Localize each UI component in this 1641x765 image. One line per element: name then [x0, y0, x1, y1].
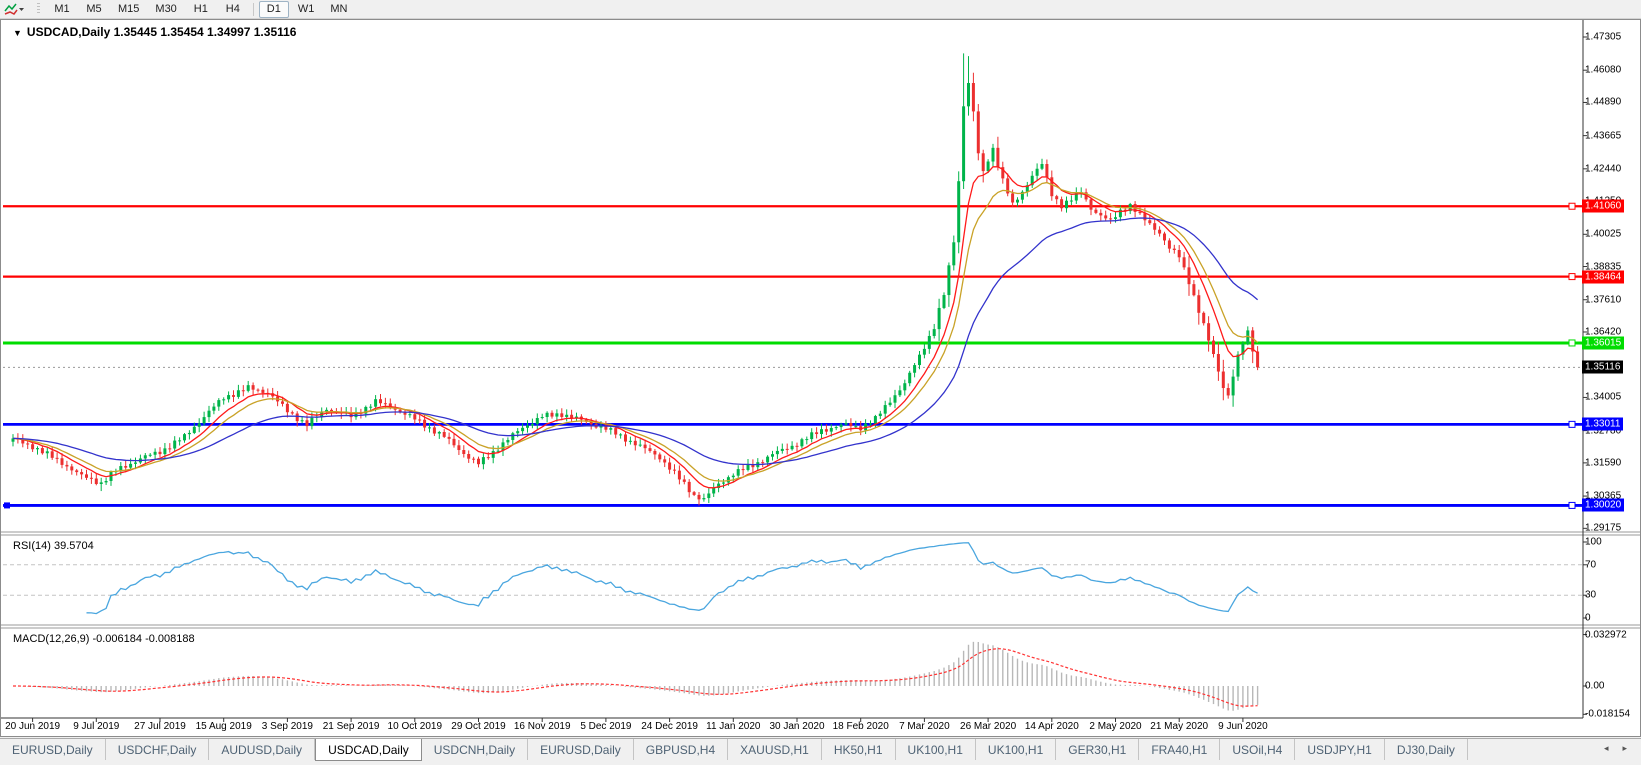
line-price-badge: 1.36015 [1582, 336, 1625, 350]
date-axis-label: 30 Jan 2020 [769, 721, 825, 732]
date-axis-label: 14 Apr 2020 [1024, 721, 1079, 732]
chart-tab-eurusd-daily[interactable]: EURUSD,Daily [0, 739, 106, 760]
timeframe-button-h1[interactable]: H1 [186, 1, 216, 18]
timeframe-button-mn[interactable]: MN [323, 1, 354, 18]
date-axis-label: 9 Jul 2019 [73, 721, 120, 732]
date-axis-label: 27 Jul 2019 [134, 721, 186, 732]
chart-tab-dj30-daily[interactable]: DJ30,Daily [1385, 739, 1468, 760]
macd-axis-tick: 0.00 [1585, 680, 1605, 692]
chart-tab-usoil-h4[interactable]: USOil,H4 [1220, 739, 1296, 760]
timeframe-button-m1[interactable]: M1 [47, 1, 77, 18]
tab-scroll-controls: ◂ ▸ [1604, 739, 1641, 754]
timeframe-button-m5[interactable]: M5 [79, 1, 109, 18]
line-price-badge: 1.38464 [1582, 270, 1625, 284]
date-axis-label: 2 May 2020 [1089, 721, 1142, 732]
date-axis-label: 3 Sep 2019 [261, 721, 313, 732]
timeframe-button-w1[interactable]: W1 [291, 1, 322, 18]
timeframe-button-h4[interactable]: H4 [218, 1, 248, 18]
chart-tab-xauusd-h1[interactable]: XAUUSD,H1 [728, 739, 822, 760]
chart-tab-eurusd-daily[interactable]: EURUSD,Daily [528, 739, 634, 760]
date-axis-label: 24 Dec 2019 [641, 721, 698, 732]
date-axis-label: 29 Oct 2019 [451, 721, 506, 732]
timeframe-button-m15[interactable]: M15 [111, 1, 146, 18]
chart-tab-hk50-h1[interactable]: HK50,H1 [822, 739, 896, 760]
price-axis-tick: 1.44890 [1585, 96, 1622, 108]
rsi-axis-tick: 0 [1585, 612, 1591, 624]
price-axis-tick: 1.37610 [1585, 294, 1622, 306]
date-axis-label: 7 Mar 2020 [899, 721, 950, 732]
chart-tab-audusd-daily[interactable]: AUDUSD,Daily [209, 739, 316, 760]
chevron-down-icon[interactable]: ▼ [13, 28, 22, 38]
date-axis-label: 5 Dec 2019 [580, 721, 632, 732]
tab-scroll-left-icon[interactable]: ◂ [1604, 743, 1609, 754]
chart-tab-usdjpy-h1[interactable]: USDJPY,H1 [1295, 739, 1385, 760]
price-axis-tick: 1.47305 [1585, 31, 1622, 43]
chart-symbol: USDCAD,Daily [26, 25, 111, 39]
chart-tab-bar: EURUSD,Daily USDCHF,Daily AUDUSD,Daily USDC… [0, 738, 1641, 765]
chart-profile-icon[interactable] [3, 2, 33, 17]
chart-tab-uk100-h1[interactable]: UK100,H1 [976, 739, 1057, 760]
date-axis-label: 21 Sep 2019 [322, 721, 380, 732]
price-axis-tick: 1.34005 [1585, 391, 1622, 403]
rsi-axis-tick: 30 [1585, 589, 1597, 601]
timeframe-button-m30[interactable]: M30 [148, 1, 183, 18]
rsi-indicator-label: RSI(14) 39.5704 [13, 540, 94, 552]
date-axis-label: 26 Mar 2020 [960, 721, 1017, 732]
mt4-application: M1 M5 M15 M30 H1 H4 D1 W1 MN ▼ USDCAD,Daily 1.354… [0, 0, 1641, 765]
chart-tab-usdchf-daily[interactable]: USDCHF,Daily [106, 739, 210, 760]
date-axis-label: 11 Jan 2020 [706, 721, 761, 732]
chart-tab-usdcad-daily[interactable]: USDCAD,Daily [315, 739, 422, 761]
date-axis-label: 18 Feb 2020 [832, 721, 889, 732]
date-axis-label: 16 Nov 2019 [513, 721, 571, 732]
rsi-axis-tick: 100 [1585, 536, 1602, 548]
chart-tab-gbpusd-h4[interactable]: GBPUSD,H4 [634, 739, 729, 760]
price-axis-tick: 1.46080 [1585, 64, 1622, 76]
date-axis-label: 20 Jun 2019 [5, 721, 61, 732]
pane-separator-macd[interactable] [1, 625, 1640, 629]
line-price-badge: 1.30020 [1582, 498, 1625, 512]
timeframe-toolbar: M1 M5 M15 M30 H1 H4 D1 W1 MN [0, 0, 1641, 19]
tab-scroll-right-icon[interactable]: ▸ [1622, 743, 1627, 754]
price-axis-tick: 1.42440 [1585, 163, 1622, 175]
chart-tab-ger30-h1[interactable]: GER30,H1 [1056, 739, 1140, 760]
toolbar-grip[interactable] [37, 3, 40, 15]
date-axis-label: 15 Aug 2019 [195, 721, 252, 732]
chart-window: ▼ USDCAD,Daily 1.35445 1.35454 1.34997 1.… [0, 19, 1641, 737]
date-axis-label: 10 Oct 2019 [387, 721, 443, 732]
date-axis-label: 9 Jun 2020 [1218, 721, 1268, 732]
current-price-badge: 1.35116 [1582, 360, 1624, 374]
chart-tab-uk100-h1[interactable]: UK100,H1 [896, 739, 976, 760]
line-price-badge: 1.41060 [1582, 199, 1625, 213]
chart-tab-usdcnh-daily[interactable]: USDCNH,Daily [422, 739, 529, 760]
macd-indicator-label: MACD(12,26,9) -0.006184 -0.008188 [13, 633, 195, 645]
chart-title: ▼ USDCAD,Daily 1.35445 1.35454 1.34997 1.… [13, 25, 296, 39]
macd-axis-tick: 0.032972 [1585, 629, 1627, 641]
price-axis-tick: 1.40025 [1585, 228, 1622, 240]
macd-axis-tick: -0.018154 [1585, 708, 1631, 720]
chart-tab-fra40-h1[interactable]: FRA40,H1 [1139, 739, 1221, 760]
rsi-axis-tick: 70 [1585, 559, 1597, 571]
chart-ohlc-values: 1.35445 1.35454 1.34997 1.35116 [113, 25, 297, 39]
price-axis-tick: 1.31590 [1585, 457, 1622, 469]
pane-separator-rsi[interactable] [1, 532, 1640, 536]
date-axis-label: 21 May 2020 [1150, 721, 1209, 732]
timeframe-button-d1[interactable]: D1 [258, 0, 289, 18]
line-price-badge: 1.33011 [1582, 417, 1624, 431]
price-axis-tick: 1.43665 [1585, 130, 1622, 142]
toolbar-separator [252, 2, 254, 16]
